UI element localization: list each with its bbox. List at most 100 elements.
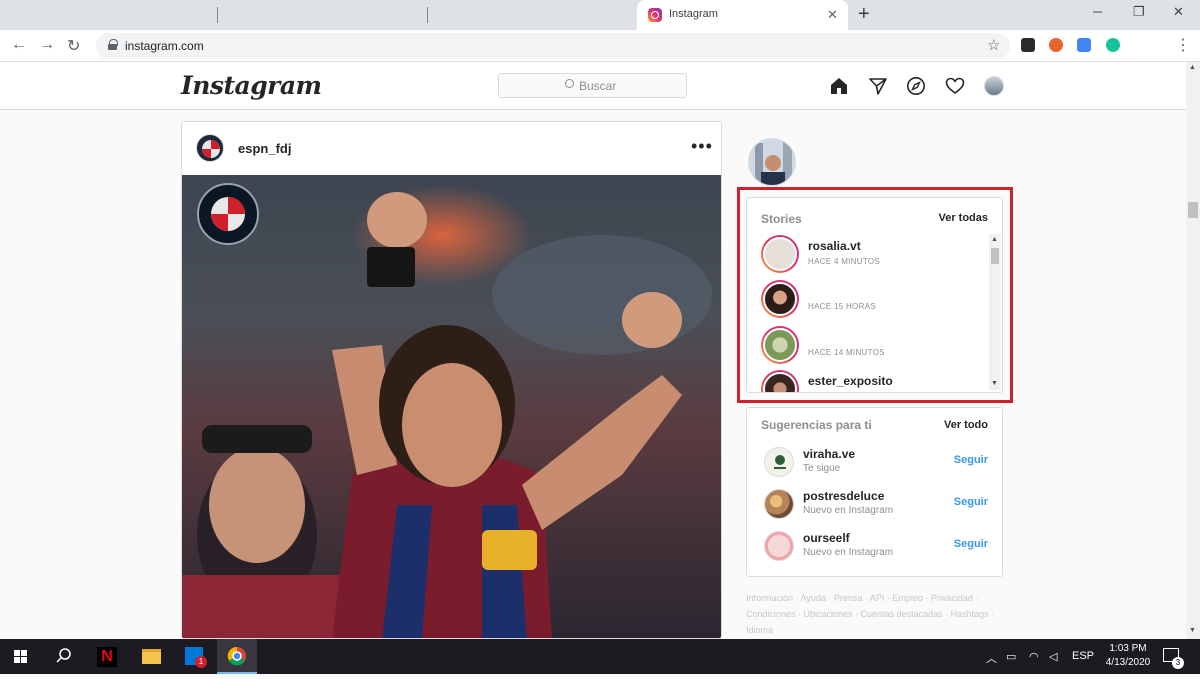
instagram-header: Instagram Buscar <box>0 62 1186 110</box>
scroll-down-arrow-icon[interactable]: ▼ <box>991 380 998 387</box>
direct-messages-icon[interactable] <box>868 76 888 96</box>
grammarly-extension-icon[interactable] <box>1106 38 1120 52</box>
search-input[interactable]: Buscar <box>498 73 687 98</box>
scroll-thumb[interactable] <box>991 248 999 264</box>
tab-separator <box>427 7 428 23</box>
page-scroll-thumb[interactable] <box>1188 202 1198 218</box>
extension-icon[interactable] <box>1021 38 1035 52</box>
windows-taskbar: N 1 ︿ ▭ ◠ ◁ ESP 1:03 PM 4/13/2020 3 <box>0 639 1200 674</box>
notification-badge: 1 <box>195 656 207 668</box>
story-time: HACE 4 MINUTOS <box>808 257 881 266</box>
story-ring <box>761 280 799 318</box>
story-time: HACE 14 MINUTOS <box>808 348 885 357</box>
back-arrow-icon[interactable]: ← <box>11 36 27 54</box>
post-author-avatar[interactable] <box>196 134 224 162</box>
suggestions-title: Sugerencias para ti <box>761 418 872 432</box>
start-button[interactable] <box>0 639 40 674</box>
clock-time: 1:03 PM <box>1109 643 1147 654</box>
see-all-suggestions-link[interactable]: Ver todo <box>944 419 988 431</box>
tab-title: Instagram <box>669 8 718 20</box>
volume-icon[interactable]: ◁ <box>1049 650 1057 663</box>
feed-post: espn_fdj ••• <box>181 121 722 639</box>
story-avatar <box>763 237 797 271</box>
translate-extension-icon[interactable] <box>1077 38 1091 52</box>
story-avatar <box>763 372 797 392</box>
story-time: HACE 15 HORAS <box>808 302 876 311</box>
browser-toolbar: ← → ↻ instagram.com ☆ ⋮ <box>0 30 1200 62</box>
suggestion-username[interactable]: ourseelf <box>803 531 850 545</box>
footer-links[interactable]: Información · Ayuda · Prensa · API · Emp… <box>746 590 1002 638</box>
post-photo[interactable] <box>182 175 721 638</box>
suggestion-avatar[interactable] <box>764 531 794 561</box>
post-username[interactable]: espn_fdj <box>238 141 291 156</box>
extension-icon[interactable] <box>1049 38 1063 52</box>
follow-button[interactable]: Seguir <box>954 454 988 466</box>
see-all-stories-link[interactable]: Ver todas <box>938 212 988 224</box>
suggestions-panel: Sugerencias para ti Ver todo viraha.ve T… <box>746 407 1003 577</box>
follow-button[interactable]: Seguir <box>954 496 988 508</box>
page-scroll-down-icon[interactable]: ▼ <box>1189 627 1196 634</box>
suggestion-avatar[interactable] <box>764 447 794 477</box>
wifi-icon[interactable]: ◠ <box>1029 650 1039 663</box>
post-header: espn_fdj ••• <box>182 122 721 175</box>
story-item[interactable]: HACE 14 MINUTOS <box>747 326 987 372</box>
tab-close-icon[interactable]: ✕ <box>827 7 838 23</box>
story-ring <box>761 235 799 273</box>
story-item[interactable]: ester_exposito <box>747 370 987 392</box>
activity-heart-icon[interactable] <box>945 76 965 96</box>
address-bar[interactable]: instagram.com ☆ <box>96 33 1010 59</box>
scroll-up-arrow-icon[interactable]: ▲ <box>991 236 998 243</box>
notification-count-badge: 3 <box>1172 657 1184 669</box>
chrome-app-icon[interactable] <box>217 639 257 674</box>
story-item[interactable]: rosalia.vt HACE 4 MINUTOS <box>747 235 987 281</box>
follow-button[interactable]: Seguir <box>954 538 988 550</box>
netflix-app-icon[interactable]: N <box>87 639 127 674</box>
tab-separator <box>217 7 218 23</box>
language-indicator[interactable]: ESP <box>1072 650 1094 662</box>
battery-icon[interactable]: ▭ <box>1006 650 1016 663</box>
search-icon[interactable] <box>43 639 83 674</box>
suggestion-avatar[interactable] <box>764 489 794 519</box>
story-avatar <box>763 282 797 316</box>
url-text: instagram.com <box>125 39 204 53</box>
stories-panel: Stories Ver todas rosalia.vt HACE 4 MINU… <box>746 197 1003 393</box>
story-username: rosalia.vt <box>808 239 861 253</box>
search-placeholder: Buscar <box>579 79 617 93</box>
suggestion-subtitle: Nuevo en Instagram <box>803 547 894 558</box>
story-avatar <box>763 328 797 362</box>
taskbar-clock[interactable]: 1:03 PM 4/13/2020 <box>1100 642 1156 670</box>
stories-scrollbar[interactable]: ▲ ▼ <box>989 234 1001 390</box>
window-close-icon[interactable]: ✕ <box>1173 4 1184 20</box>
home-icon[interactable] <box>829 76 849 96</box>
story-ring <box>761 326 799 364</box>
suggestion-username[interactable]: viraha.ve <box>803 447 855 461</box>
stories-title: Stories <box>761 212 802 226</box>
mail-app-icon[interactable]: 1 <box>175 639 215 674</box>
page-scroll-up-icon[interactable]: ▲ <box>1189 64 1196 71</box>
minimize-icon[interactable]: ─ <box>1093 4 1102 19</box>
suggestion-item: ourseelf Nuevo en Instagram Seguir <box>747 531 1002 571</box>
tab-instagram[interactable]: Instagram ✕ <box>637 0 848 30</box>
story-ring <box>761 370 799 392</box>
explore-compass-icon[interactable] <box>906 76 926 96</box>
story-username: ester_exposito <box>808 374 893 388</box>
new-tab-button[interactable]: + <box>858 3 870 26</box>
search-icon <box>565 79 574 88</box>
page-scrollbar[interactable]: ▲ ▼ <box>1186 62 1200 639</box>
lock-icon <box>108 39 118 50</box>
profile-avatar[interactable] <box>984 76 1004 96</box>
suggestion-subtitle: Te sigue <box>803 463 841 474</box>
forward-arrow-icon[interactable]: → <box>39 36 55 54</box>
file-explorer-icon[interactable] <box>131 639 171 674</box>
tray-chevron-icon[interactable]: ︿ <box>986 650 997 666</box>
browser-menu-icon[interactable]: ⋮ <box>1175 35 1191 55</box>
browser-tabstrip: Instagram ✕ + ─ ❐ ✕ <box>0 0 1200 30</box>
instagram-logo[interactable]: Instagram <box>181 71 322 100</box>
suggestion-username[interactable]: postresdeluce <box>803 489 884 503</box>
bookmark-star-icon[interactable]: ☆ <box>987 36 1000 54</box>
sidebar-profile-avatar[interactable] <box>748 138 796 186</box>
reload-icon[interactable]: ↻ <box>67 36 80 56</box>
story-item[interactable]: HACE 15 HORAS <box>747 280 987 326</box>
more-options-icon[interactable]: ••• <box>691 136 713 157</box>
restore-icon[interactable]: ❐ <box>1133 4 1145 20</box>
